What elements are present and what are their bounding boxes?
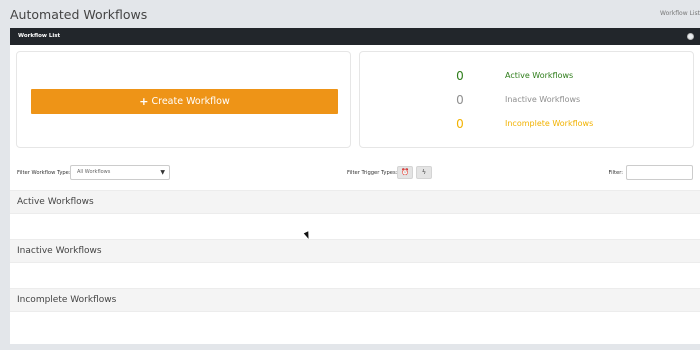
page-title: Automated Workflows [10, 7, 148, 22]
incomplete-workflows-heading: Incomplete Workflows [17, 295, 117, 305]
workflow-type-select[interactable]: All Workflows ▼ [70, 165, 170, 180]
workflow-type-selected: All Workflows [77, 169, 111, 175]
create-workflow-button[interactable]: + Create Workflow [31, 89, 338, 114]
stat-row-incomplete[interactable]: 0 Incomplete Workflows [360, 116, 693, 132]
create-workflow-label: Create Workflow [151, 96, 230, 107]
clock-icon: ⏰ [400, 168, 410, 176]
text-filter-label: Filter: [608, 170, 623, 176]
caret-down-icon: ▼ [160, 169, 165, 176]
create-workflow-card: + Create Workflow [16, 51, 351, 148]
plus-icon: + [139, 95, 149, 108]
lightning-icon: ϟ [421, 168, 427, 176]
inactive-workflows-section: Inactive Workflows [10, 239, 700, 263]
breadcrumb[interactable]: Workflow List [660, 10, 700, 17]
incomplete-count: 0 [456, 117, 464, 131]
stat-row-inactive[interactable]: 0 Inactive Workflows [360, 92, 693, 108]
text-filter-input[interactable] [626, 165, 693, 180]
lightning-trigger-button[interactable]: ϟ [416, 166, 432, 179]
panel-header: Workflow List [10, 28, 700, 45]
panel-toggle-icon[interactable] [687, 33, 694, 40]
workflow-type-filter-label: Filter Workflow Type: [17, 170, 71, 176]
trigger-types-filter-label: Filter Trigger Types: [347, 170, 398, 176]
active-workflows-heading: Active Workflows [17, 197, 94, 207]
inactive-label: Inactive Workflows [505, 95, 581, 104]
active-count: 0 [456, 69, 464, 83]
incomplete-label: Incomplete Workflows [505, 119, 594, 128]
panel-header-title: Workflow List [18, 33, 61, 39]
filter-bar: Filter Workflow Type: All Workflows ▼ Fi… [10, 163, 700, 183]
workflow-stats-card: 0 Active Workflows 0 Inactive Workflows … [359, 51, 694, 148]
inactive-count: 0 [456, 93, 464, 107]
active-workflows-section: Active Workflows [10, 190, 700, 214]
inactive-workflows-heading: Inactive Workflows [17, 246, 102, 256]
incomplete-workflows-section: Incomplete Workflows [10, 288, 700, 312]
workflow-list-panel: Workflow List + Create Workflow 0 Active… [10, 28, 700, 344]
active-label: Active Workflows [505, 71, 574, 80]
stat-row-active[interactable]: 0 Active Workflows [360, 68, 693, 84]
clock-trigger-button[interactable]: ⏰ [397, 166, 413, 179]
